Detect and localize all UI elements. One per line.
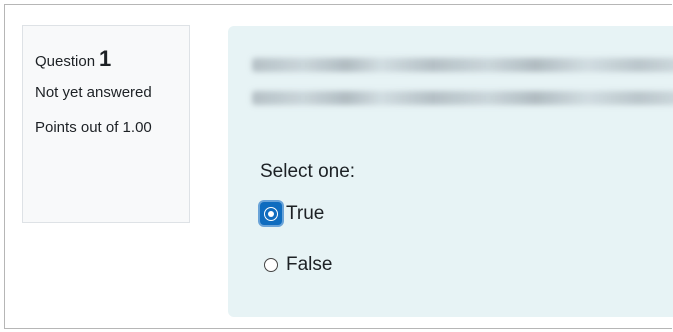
answer-option-false[interactable]: False	[260, 254, 332, 276]
question-grade: Points out of 1.00	[35, 119, 152, 136]
question-state: Not yet answered	[35, 84, 152, 101]
question-number: 1	[99, 46, 112, 71]
question-info-panel: Question 1 Not yet answered Points out o…	[22, 25, 190, 223]
question-label: Question	[35, 53, 96, 70]
radio-wrap-false[interactable]	[260, 254, 282, 276]
radio-false[interactable]	[264, 258, 278, 272]
question-heading: Question 1	[35, 46, 177, 72]
radio-true[interactable]	[264, 206, 278, 221]
answer-option-false-label[interactable]: False	[286, 254, 332, 276]
question-content-panel: Select one: True False	[228, 26, 673, 317]
answer-option-true-label[interactable]: True	[286, 203, 324, 225]
radio-focus-ring[interactable]	[260, 202, 282, 225]
select-one-prompt: Select one:	[260, 161, 356, 182]
answer-option-true[interactable]: True	[260, 202, 324, 225]
blurred-question-text-line-1	[252, 58, 673, 72]
blurred-question-text-line-2	[252, 91, 673, 105]
